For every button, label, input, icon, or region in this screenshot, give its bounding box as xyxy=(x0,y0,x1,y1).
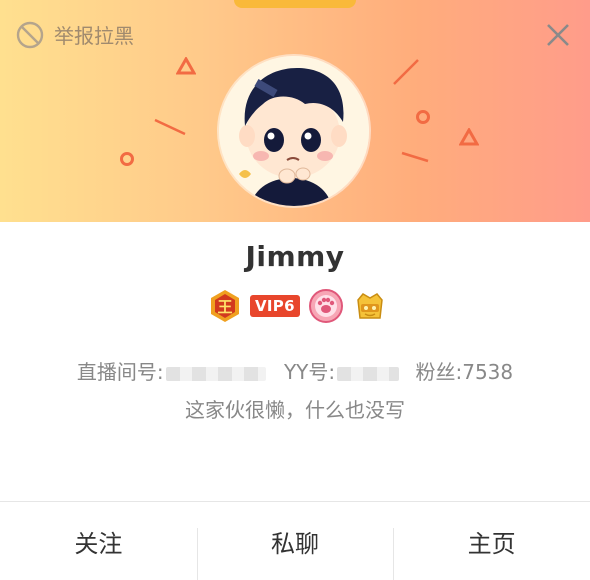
line-decoration xyxy=(393,59,419,85)
profile-header: 举报拉黑 xyxy=(0,0,590,222)
paw-badge-icon[interactable] xyxy=(308,288,344,324)
circle-decoration xyxy=(416,110,430,124)
triangle-decoration xyxy=(176,57,196,75)
avatar-cartoon-image xyxy=(219,56,369,206)
report-block-button[interactable]: 举报拉黑 xyxy=(16,20,134,49)
report-block-label: 举报拉黑 xyxy=(54,24,134,48)
close-icon[interactable] xyxy=(544,21,572,49)
noble-badge-icon[interactable] xyxy=(352,288,388,324)
username: Jimmy xyxy=(245,240,345,273)
avatar[interactable] xyxy=(219,56,369,206)
triangle-decoration xyxy=(459,128,479,146)
follow-button[interactable]: 关注 xyxy=(0,502,197,580)
king-badge-icon[interactable]: 王 xyxy=(208,289,242,323)
badge-row: 王 VIP6 xyxy=(208,288,388,324)
block-icon xyxy=(16,21,44,48)
fans-label: 粉丝: xyxy=(415,360,463,384)
yy-id-label: YY号: xyxy=(283,360,336,384)
homepage-button[interactable]: 主页 xyxy=(393,502,590,580)
vip-badge[interactable]: VIP6 xyxy=(250,295,300,317)
live-id-value-blurred xyxy=(165,366,266,381)
live-id-label: 直播间号: xyxy=(76,360,164,384)
line-decoration xyxy=(401,151,429,163)
line-decoration xyxy=(154,118,186,136)
yy-id-value-blurred xyxy=(337,366,400,381)
fans-count: 7538 xyxy=(462,360,514,384)
top-handle xyxy=(234,0,356,8)
king-badge-text: 王 xyxy=(217,298,232,316)
bio-text: 这家伙很懒，什么也没写 xyxy=(185,398,405,422)
private-message-button[interactable]: 私聊 xyxy=(196,502,394,580)
profile-info-line: 直播间号: YY号: 粉丝:7538 xyxy=(0,356,590,385)
circle-decoration xyxy=(120,152,134,166)
action-bar: 关注 私聊 主页 xyxy=(0,501,590,580)
